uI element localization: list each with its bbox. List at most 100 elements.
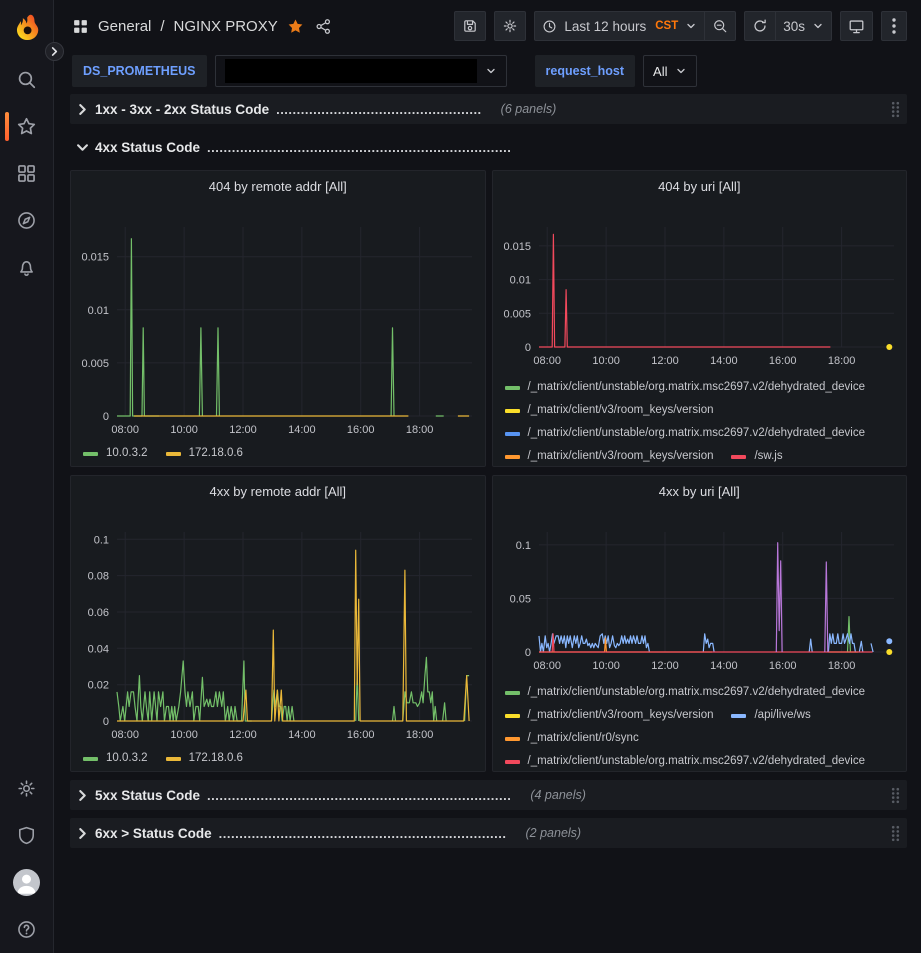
request-host-select[interactable]: All — [643, 55, 697, 87]
legend-item[interactable]: /_matrix/client/v3/room_keys/version — [505, 704, 714, 727]
row-dots: ........................................… — [207, 788, 511, 803]
sidebar-item-explore[interactable] — [0, 197, 54, 244]
toolbar: Last 12 hours CST 30s — [454, 11, 907, 41]
legend-label: /_matrix/client/v3/room_keys/version — [528, 445, 714, 466]
row-5xx[interactable]: 5xx Status Code ........................… — [70, 780, 907, 810]
chevron-down-icon — [485, 65, 497, 77]
legend-item[interactable]: /_matrix/client/unstable/org.matrix.msc2… — [505, 681, 866, 704]
x-axis-label: 18:00 — [827, 355, 855, 367]
sidebar-item-dashboards[interactable] — [0, 150, 54, 197]
panel-4xx-by-remote-addr: 4xx by remote addr [All] 00.020.040.060.… — [70, 475, 486, 772]
star-icon — [16, 116, 37, 137]
row-title: 5xx Status Code — [95, 788, 200, 803]
shield-icon — [16, 825, 37, 846]
legend-item[interactable]: /_matrix/client/r0/sync — [505, 727, 639, 750]
favorite-star-button[interactable] — [287, 18, 304, 35]
refresh-interval-picker[interactable]: 30s — [775, 11, 832, 41]
time-series-graph[interactable]: 00.0050.010.01508:0010:0012:0014:0016:00… — [71, 201, 484, 440]
panel-404-by-uri: 404 by uri [All] 00.0050.010.01508:0010:… — [492, 170, 908, 467]
y-axis-label: 0 — [524, 647, 530, 659]
legend-item[interactable]: 10.0.3.2 — [83, 442, 148, 465]
breadcrumb-dashboard-title[interactable]: NGINX PROXY — [174, 18, 278, 35]
panel-row: 4xx by remote addr [All] 00.020.040.060.… — [70, 475, 907, 772]
panel-title[interactable]: 4xx by uri [All] — [493, 476, 907, 506]
legend-label: 172.18.0.6 — [189, 442, 243, 465]
zoom-out-time-button[interactable] — [704, 11, 736, 41]
sidebar-item-starred[interactable] — [0, 103, 54, 150]
row-4xx[interactable]: 4xx Status Code ........................… — [70, 132, 907, 162]
panel-title[interactable]: 404 by uri [All] — [493, 171, 907, 201]
series-line — [776, 543, 828, 652]
row-6xx[interactable]: 6xx > Status Code ......................… — [70, 818, 907, 848]
x-axis-label: 16:00 — [347, 424, 375, 436]
legend-item[interactable]: /_matrix/client/unstable/org.matrix.msc2… — [505, 750, 866, 771]
x-axis-label: 10:00 — [170, 424, 198, 436]
row-1xx-3xx-2xx[interactable]: 1xx - 3xx - 2xx Status Code ............… — [70, 94, 907, 124]
legend-item[interactable]: /_matrix/client/v3/room_keys/version — [505, 399, 714, 422]
sidebar-item-server-admin[interactable] — [0, 812, 54, 859]
gear-icon — [502, 18, 518, 34]
legend-label: /api/live/ws — [754, 704, 810, 727]
legend-item[interactable]: /api/live/ws — [731, 704, 810, 727]
variable-label-ds-prometheus: DS_PROMETHEUS — [72, 55, 207, 87]
legend-item[interactable]: /_matrix/client/v3/room_keys/version — [505, 445, 714, 466]
legend-swatch — [505, 737, 520, 741]
request-host-value: All — [653, 64, 667, 79]
bell-icon — [16, 257, 37, 278]
sidebar-item-alerting[interactable] — [0, 244, 54, 291]
kebab-menu-button[interactable] — [881, 11, 907, 41]
row-panel-count: (4 panels) — [530, 788, 586, 802]
legend-item[interactable]: /sw.js — [731, 445, 782, 466]
share-button[interactable] — [315, 18, 332, 35]
panel-title[interactable]: 404 by remote addr [All] — [71, 171, 485, 201]
chevron-down-icon — [77, 142, 88, 153]
ds-prometheus-select[interactable] — [215, 55, 507, 87]
tv-mode-button[interactable] — [840, 11, 873, 41]
dashboard-settings-button[interactable] — [494, 11, 526, 41]
time-series-graph[interactable]: 00.0050.010.01508:0010:0012:0014:0016:00… — [493, 201, 906, 371]
panel-legend: 10.0.3.2 172.18.0.6 — [71, 440, 485, 466]
panel-legend: /_matrix/client/unstable/org.matrix.msc2… — [493, 371, 907, 466]
legend-label: /sw.js — [754, 445, 782, 466]
y-axis-label: 0 — [524, 342, 530, 354]
row-drag-handle[interactable] — [891, 787, 900, 804]
legend-item[interactable]: 172.18.0.6 — [166, 747, 243, 770]
dashboards-grid-icon — [16, 163, 37, 184]
legend-label: /_matrix/client/unstable/org.matrix.msc2… — [528, 422, 866, 445]
time-series-graph[interactable]: 00.020.040.060.080.108:0010:0012:0014:00… — [71, 506, 484, 745]
save-dashboard-button[interactable] — [454, 11, 486, 41]
legend-item[interactable]: /_matrix/client/unstable/org.matrix.msc2… — [505, 422, 866, 445]
sidebar-item-search[interactable] — [0, 56, 54, 103]
help-icon — [16, 919, 37, 940]
active-indicator — [5, 112, 9, 141]
legend-swatch — [731, 455, 746, 459]
legend-label: 10.0.3.2 — [106, 442, 148, 465]
refresh-button[interactable] — [744, 11, 775, 41]
legend-item[interactable]: 10.0.3.2 — [83, 747, 148, 770]
x-axis-label: 08:00 — [533, 355, 561, 367]
x-axis-label: 08:00 — [111, 729, 139, 741]
row-drag-handle[interactable] — [891, 101, 900, 118]
x-axis-label: 12:00 — [229, 424, 257, 436]
time-range-picker[interactable]: Last 12 hours CST — [534, 11, 704, 41]
series-line — [117, 657, 469, 721]
sidebar-expand-button[interactable] — [45, 42, 64, 61]
save-icon — [462, 18, 478, 34]
grafana-flame-icon — [12, 13, 42, 43]
time-range-label: Last 12 hours — [564, 19, 646, 34]
legend-swatch — [731, 714, 746, 718]
sidebar-item-configuration[interactable] — [0, 765, 54, 812]
panel-title[interactable]: 4xx by remote addr [All] — [71, 476, 485, 506]
legend-label: /_matrix/client/unstable/org.matrix.msc2… — [528, 750, 866, 771]
panel-404-by-remote-addr: 404 by remote addr [All] 00.0050.010.015… — [70, 170, 486, 467]
breadcrumb-folder[interactable]: General — [98, 18, 151, 35]
time-series-graph[interactable]: 00.050.108:0010:0012:0014:0016:0018:00 — [493, 506, 906, 676]
legend-item[interactable]: 172.18.0.6 — [166, 442, 243, 465]
sidebar-item-help[interactable] — [0, 906, 54, 953]
sidebar-item-profile[interactable] — [0, 859, 54, 906]
timezone-label: CST — [655, 20, 678, 32]
legend-item[interactable]: /_matrix/client/unstable/org.matrix.msc2… — [505, 376, 866, 399]
legend-swatch — [505, 386, 520, 390]
row-drag-handle[interactable] — [891, 825, 900, 842]
chevron-right-icon — [77, 104, 88, 115]
